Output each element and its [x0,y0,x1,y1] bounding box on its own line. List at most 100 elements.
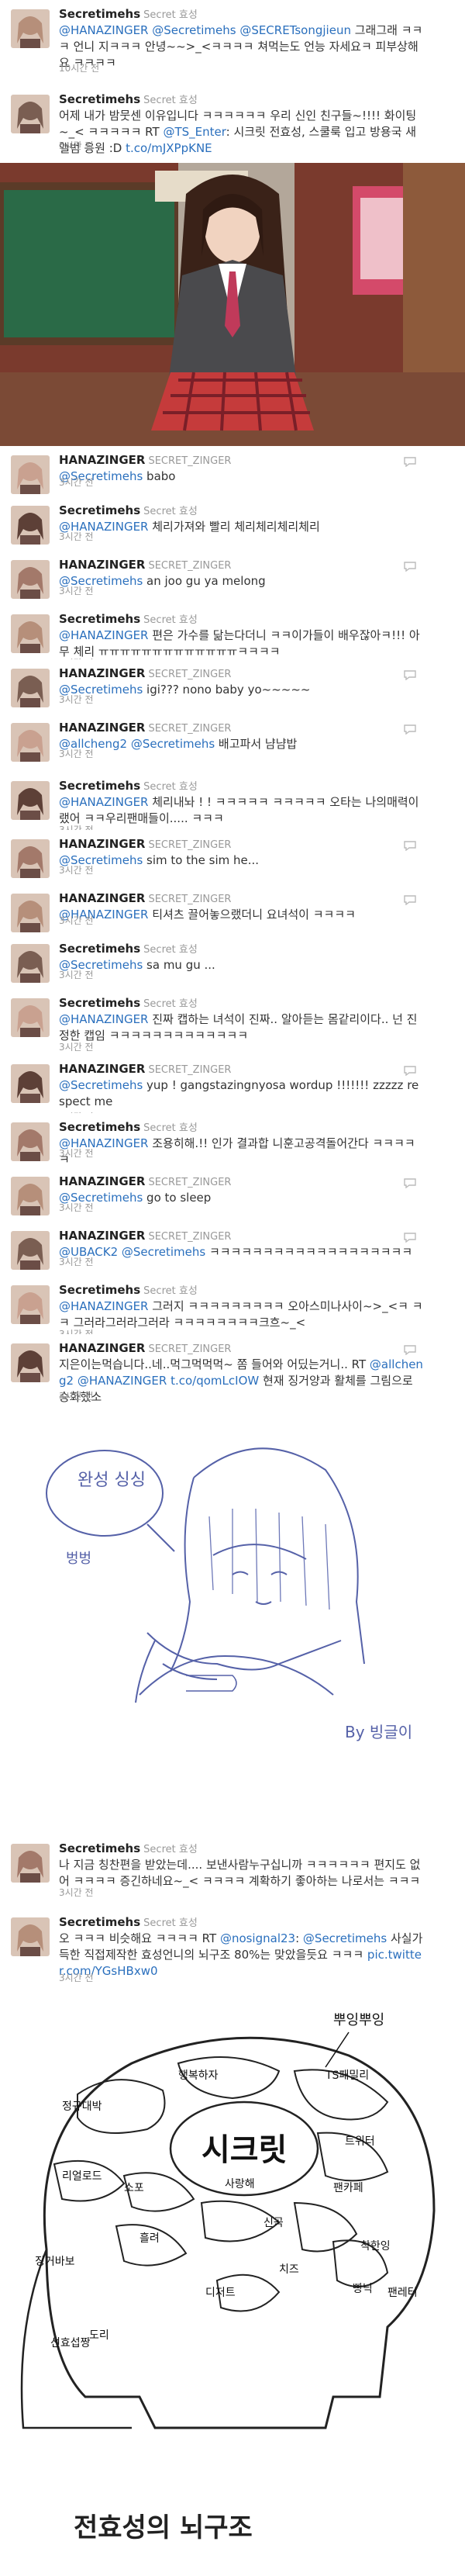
screen-name[interactable]: SECRET_ZINGER [148,1231,231,1243]
user-name[interactable]: Secretimehs [59,942,140,956]
user-name[interactable]: HANAZINGER [59,891,145,905]
screen-name[interactable]: SECRET_ZINGER [148,455,231,467]
mention-link[interactable]: @Secretimehs [131,737,215,751]
screen-name[interactable]: Secret 효성 [143,614,198,626]
timestamp[interactable]: 3시간 전 [59,863,94,877]
user-name[interactable]: Secretimehs [59,996,140,1010]
timestamp[interactable]: 3시간 전 [59,530,94,543]
user-name[interactable]: Secretimehs [59,1283,140,1297]
user-name[interactable]: HANAZINGER [59,1174,145,1188]
user-name[interactable]: Secretimehs [59,1120,140,1134]
screen-name[interactable]: Secret 효성 [143,506,198,517]
avatar[interactable] [11,944,50,983]
timestamp[interactable]: 3시간 전 [59,1040,94,1053]
screen-name[interactable]: SECRET_ZINGER [148,669,231,680]
avatar[interactable] [11,9,50,48]
mention-link[interactable]: @TS_Enter [163,125,226,139]
timestamp[interactable]: 3시간 전 [59,1146,94,1160]
screen-name[interactable]: SECRET_ZINGER [148,1064,231,1076]
reply-icon[interactable] [403,669,417,681]
reply-icon[interactable] [403,894,417,906]
reply-icon[interactable] [403,1177,417,1189]
avatar[interactable] [11,1177,50,1215]
avatar[interactable] [11,560,50,599]
user-name[interactable]: Secretimehs [59,612,140,626]
screen-name[interactable]: SECRET_ZINGER [148,723,231,735]
avatar[interactable] [11,894,50,932]
user-name[interactable]: HANAZINGER [59,453,145,467]
url-link[interactable]: t.co/qomLcIOW [170,1374,259,1388]
avatar[interactable] [11,998,50,1037]
reply-icon[interactable] [403,455,417,468]
timestamp[interactable]: 3시간 전 [59,1255,94,1268]
user-name[interactable]: Secretimehs [59,1841,140,1855]
user-name[interactable]: HANAZINGER [59,558,145,572]
mention-link[interactable]: @HANAZINGER [78,1374,167,1388]
reply-icon[interactable] [403,1231,417,1243]
user-name[interactable]: HANAZINGER [59,721,145,735]
screen-name[interactable]: SECRET_ZINGER [148,894,231,905]
mention-link[interactable]: @HANAZINGER [59,628,148,642]
avatar[interactable] [11,506,50,545]
avatar[interactable] [11,781,50,820]
timestamp[interactable]: 10시간 전 [59,61,99,74]
user-name[interactable]: HANAZINGER [59,666,145,680]
mention-link[interactable]: @Secretimehs [303,1931,387,1945]
screen-name[interactable]: SECRET_ZINGER [148,1343,231,1355]
mention-link[interactable]: @HANAZINGER [59,795,148,809]
mention-link[interactable]: @HANAZINGER [59,1012,148,1026]
reply-icon[interactable] [403,1064,417,1077]
screen-name[interactable]: Secret 효성 [143,95,198,106]
timestamp[interactable]: 5시간 전 [59,139,94,152]
user-name[interactable]: Secretimehs [59,1915,140,1929]
screen-name[interactable]: Secret 효성 [143,9,198,21]
tweet-drawing[interactable]: 완성 싱싱 벙벙 By 빙글이 [0,1408,465,1827]
user-name[interactable]: Secretimehs [59,92,140,106]
avatar[interactable] [11,723,50,762]
user-name[interactable]: Secretimehs [59,7,140,21]
reply-icon[interactable] [403,560,417,572]
timestamp[interactable]: 3시간 전 [59,584,94,597]
avatar[interactable] [11,1231,50,1270]
screen-name[interactable]: Secret 효성 [143,1917,198,1929]
avatar[interactable] [11,95,50,133]
avatar[interactable] [11,1917,50,1956]
avatar[interactable] [11,614,50,653]
screen-name[interactable]: Secret 효성 [143,944,198,956]
screen-name[interactable]: Secret 효성 [143,1844,198,1855]
reply-icon[interactable] [403,839,417,852]
avatar[interactable] [11,1064,50,1103]
url-link[interactable]: t.co/mJXPpKNE [126,141,212,155]
reply-icon[interactable] [403,1343,417,1356]
screen-name[interactable]: Secret 효성 [143,1285,198,1297]
timestamp[interactable]: 3시간 전 [59,914,94,927]
screen-name[interactable]: SECRET_ZINGER [148,1177,231,1188]
screen-name[interactable]: SECRET_ZINGER [148,560,231,572]
avatar[interactable] [11,1343,50,1382]
avatar[interactable] [11,839,50,878]
tweet-photo[interactable] [0,163,465,446]
mention-link[interactable]: @nosignal23 [220,1931,295,1945]
user-name[interactable]: Secretimehs [59,503,140,517]
mention-link[interactable]: @HANAZINGER [59,1299,148,1313]
timestamp[interactable]: 3시간 전 [59,747,94,760]
screen-name[interactable]: Secret 효성 [143,781,198,793]
user-name[interactable]: HANAZINGER [59,1062,145,1076]
user-name[interactable]: HANAZINGER [59,1229,145,1243]
avatar[interactable] [11,1285,50,1324]
user-name[interactable]: HANAZINGER [59,837,145,851]
mention-link[interactable]: @HANAZINGER [59,23,148,37]
timestamp[interactable]: 3시간 전 [59,1389,94,1402]
mention-link[interactable]: @Secretimehs [152,23,236,37]
timestamp[interactable]: 3시간 전 [59,968,94,981]
timestamp[interactable]: 3시간 전 [59,693,94,706]
user-name[interactable]: HANAZINGER [59,1341,145,1355]
user-name[interactable]: Secretimehs [59,779,140,793]
timestamp[interactable]: 3시간 전 [59,1201,94,1214]
avatar[interactable] [11,669,50,707]
screen-name[interactable]: Secret 효성 [143,1122,198,1134]
mention-link[interactable]: @SECRETsongjieun [239,23,351,37]
reply-icon[interactable] [403,723,417,735]
tweet-brain-image[interactable]: 시크릿 뿌잉뿌잉 정규대박 행복하자 TS패밀리 트위터 팬카페 리얼로드 착한잉 빵닉 징거바보 소… [0,1993,465,2576]
screen-name[interactable]: Secret 효성 [143,998,198,1010]
